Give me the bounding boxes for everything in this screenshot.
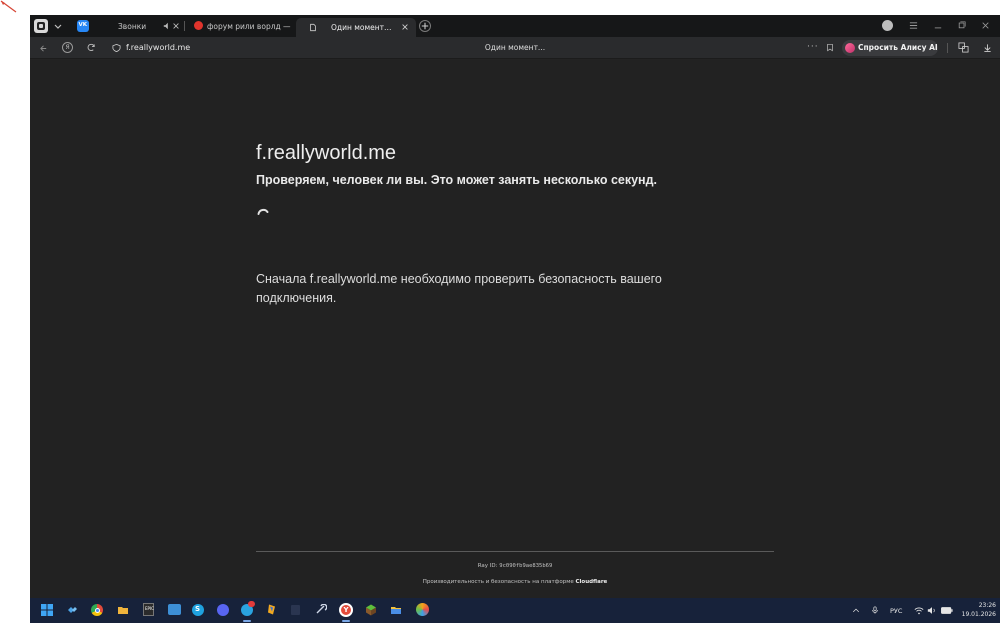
footer-divider	[256, 551, 774, 552]
yandex-browser-icon	[37, 22, 45, 30]
chevron-down-icon[interactable]	[53, 21, 63, 31]
folder-icon[interactable]	[390, 604, 402, 616]
widgets-icon[interactable]	[66, 604, 78, 616]
epic-games-icon[interactable]: EPIC	[143, 603, 154, 616]
page-content: f.reallyworld.me Проверяем, человек ли в…	[30, 60, 1000, 598]
clock-date: 19.01.2026	[961, 611, 996, 618]
alice-icon	[845, 43, 855, 53]
ask-alice-button[interactable]: Спросить Алису AI	[842, 40, 938, 56]
windows-start-icon[interactable]	[41, 604, 53, 616]
steam-icon[interactable]	[315, 604, 327, 616]
tab-separator	[184, 21, 185, 31]
chrome-icon-center	[94, 607, 100, 613]
vk-icon: VK	[78, 22, 88, 28]
ray-id-line: Ray ID: 9c090fb9ae835b69	[256, 563, 774, 569]
performance-line: Производительность и безопасность на пла…	[256, 579, 774, 585]
ray-id-label: Ray ID:	[477, 563, 498, 569]
tab-calls[interactable]: Звонки	[106, 15, 184, 37]
skype-letter: S	[195, 605, 201, 613]
chrome-icon[interactable]	[91, 604, 103, 616]
active-app-indicator	[342, 620, 350, 622]
menu-icon[interactable]	[909, 21, 918, 30]
forum-favicon-icon	[194, 21, 203, 30]
cursor-icon	[0, 0, 17, 13]
yandex-letter: Y	[343, 605, 349, 614]
browser-window: VK Звонки форум рили ворлд — Ян…	[30, 15, 1000, 598]
yandex-icon: Я	[65, 43, 70, 51]
language-indicator[interactable]: РУС	[890, 607, 902, 615]
plus-icon	[421, 22, 429, 30]
loading-spinner-icon	[257, 208, 269, 215]
challenge-message: Сначала f.reallyworld.me необходимо пров…	[256, 272, 662, 305]
page-icon	[310, 23, 316, 32]
tab-forum[interactable]: форум рили ворлд — Ян…	[188, 15, 296, 37]
challenge-subtitle: Проверяем, человек ли вы. Это может заня…	[256, 173, 658, 187]
cloudflare-link[interactable]: Cloudflare	[576, 579, 608, 585]
clock-time: 23:26	[978, 602, 996, 609]
yandex-browser-taskbar-icon[interactable]: Y	[339, 603, 353, 617]
speaker-icon[interactable]	[163, 22, 171, 30]
ray-id-value: 9c090fb9ae835b69	[499, 563, 553, 569]
yandex-button[interactable]: Я	[62, 42, 73, 53]
more-icon[interactable]: ···	[807, 43, 819, 52]
volume-icon[interactable]	[927, 606, 937, 615]
challenge-domain-heading: f.reallyworld.me	[256, 142, 397, 164]
reload-icon[interactable]	[87, 43, 96, 52]
translate-icon[interactable]	[958, 42, 969, 53]
page-title: Один момент...	[484, 43, 546, 52]
close-tab-icon[interactable]	[402, 24, 408, 30]
tab-vk[interactable]: VK	[77, 20, 89, 32]
close-window-icon[interactable]	[982, 22, 989, 29]
new-tab-button[interactable]	[419, 20, 431, 32]
epic-label: EPIC	[145, 606, 154, 611]
minimize-icon[interactable]	[934, 21, 942, 30]
game-app-icon[interactable]	[416, 603, 429, 616]
tab-label: Один момент…	[331, 23, 392, 32]
telegram-badge	[248, 601, 255, 607]
clock[interactable]: 23:26 19.01.2026	[962, 601, 996, 619]
skype-icon[interactable]: S	[192, 604, 204, 616]
discord-icon[interactable]	[217, 604, 229, 616]
tab-active[interactable]: Один момент…	[296, 18, 416, 37]
url-field[interactable]: f.reallyworld.me	[126, 43, 190, 52]
close-tab-icon[interactable]	[173, 23, 179, 29]
tab-label: форум рили ворлд — Ян…	[207, 23, 293, 31]
ask-alice-label: Спросить Алису AI	[858, 43, 938, 52]
app-icon[interactable]	[291, 605, 300, 615]
address-bar: Я f.reallyworld.me Один момент... ··· Сп…	[30, 37, 1000, 59]
taskbar: EPIC S Y РУС 23:26 19.01.2026	[30, 598, 1000, 623]
microphone-icon[interactable]	[871, 605, 879, 615]
browser-menu-button[interactable]	[34, 19, 48, 33]
performance-text: Производительность и безопасность на пла…	[422, 579, 574, 585]
chevron-up-icon[interactable]	[852, 607, 860, 614]
battery-icon[interactable]	[941, 607, 953, 614]
tab-label: Звонки	[118, 22, 147, 31]
wifi-icon[interactable]	[914, 606, 924, 615]
back-arrow-icon[interactable]	[39, 44, 48, 53]
profile-avatar[interactable]	[882, 20, 893, 31]
toolbar-separator	[947, 43, 948, 53]
screen: VK Звонки форум рили ворлд — Ян…	[0, 0, 1000, 623]
shield-icon[interactable]	[112, 43, 121, 53]
telegram-icon[interactable]	[241, 601, 255, 616]
bookmark-icon[interactable]	[826, 43, 834, 52]
active-app-indicator	[243, 620, 251, 622]
minecraft-launcher-icon[interactable]	[365, 603, 377, 616]
fl-studio-icon[interactable]	[266, 603, 278, 616]
file-explorer-icon[interactable]	[117, 604, 129, 616]
download-icon[interactable]	[983, 43, 992, 53]
tab-strip: VK Звонки форум рили ворлд — Ян…	[30, 15, 1000, 37]
restore-icon[interactable]	[958, 21, 966, 29]
monitor-app-icon[interactable]	[168, 604, 181, 615]
